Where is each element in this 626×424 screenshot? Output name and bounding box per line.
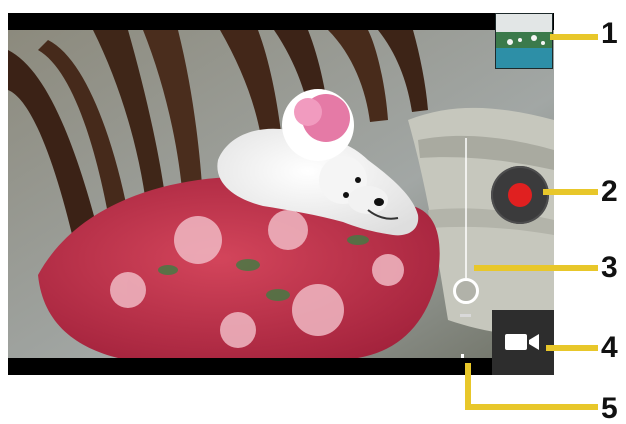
zoom-out-icon[interactable] [460,314,471,317]
callout-label-5: 5 [601,392,618,424]
callout-label-3: 3 [601,251,618,284]
callout-label-4: 4 [601,331,618,364]
callout-line-3 [474,265,598,271]
video-camera-icon [505,334,539,350]
camera-manual-figure: 1 2 3 4 5 [0,0,626,424]
video-mode-button[interactable] [492,310,554,375]
thumbnail-image [496,14,552,68]
viewfinder-scene [8,30,554,358]
settings-sliders-icon[interactable] [452,352,480,358]
callout-label-2: 2 [601,175,618,208]
viewfinder[interactable] [8,30,554,358]
gallery-thumbnail[interactable] [495,13,553,69]
camera-screen [8,13,554,375]
callout-label-1: 1 [601,17,618,50]
callout-line-4 [546,345,598,351]
zoom-slider-track[interactable] [465,138,467,278]
callout-line-2 [543,189,598,195]
callout-line-1 [550,34,598,40]
record-dot-icon [508,183,532,207]
record-button[interactable] [491,166,549,224]
callout-line-5-horizontal [465,404,598,410]
zoom-slider-handle[interactable] [453,278,479,304]
callout-line-5-vertical [465,363,471,408]
